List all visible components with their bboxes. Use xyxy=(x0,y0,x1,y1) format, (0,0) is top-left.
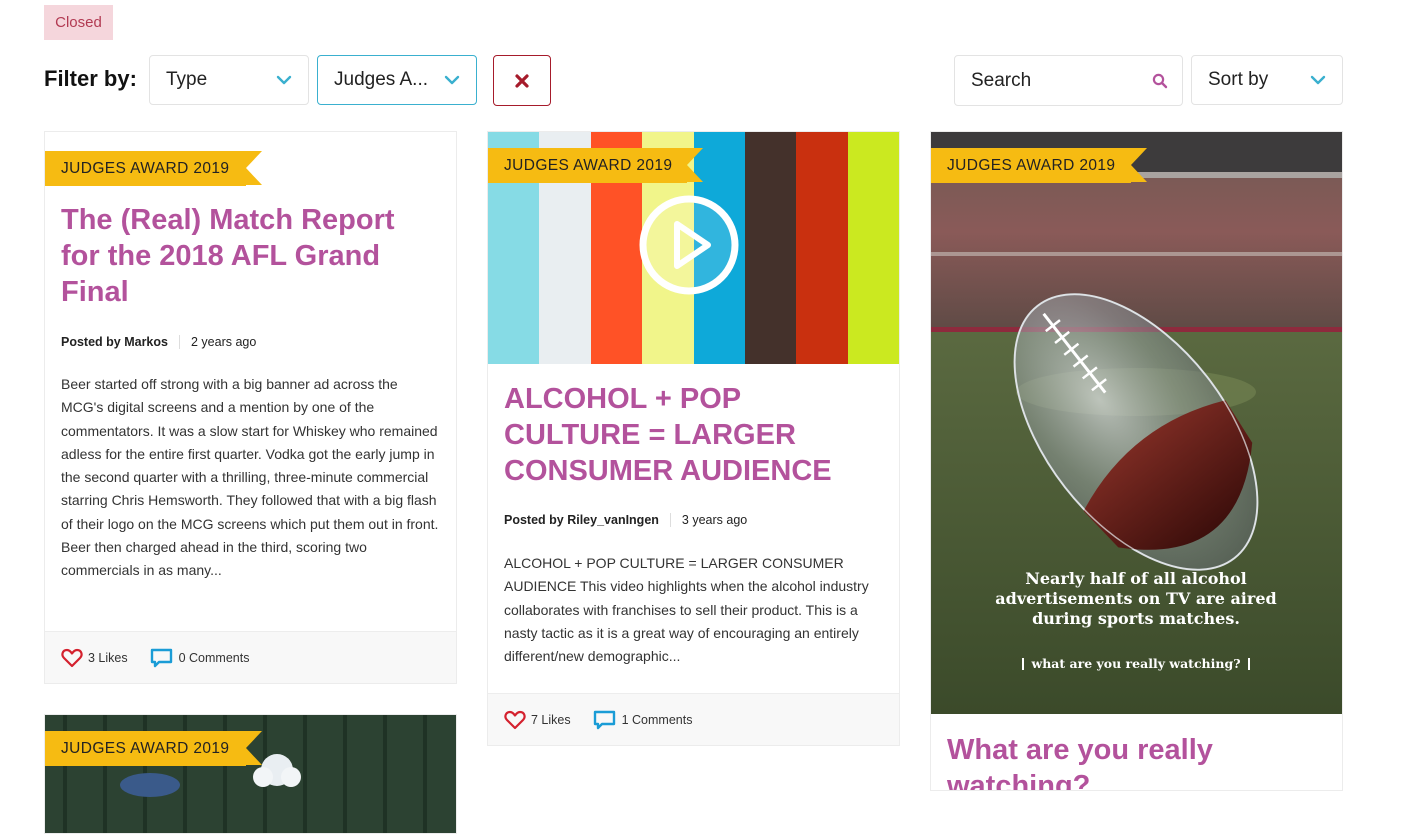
category-filter-select[interactable]: Judges A... xyxy=(317,55,477,105)
comments-button[interactable]: 0 Comments xyxy=(150,648,250,668)
post-image[interactable]: Nearly half of all alcohol advertisement… xyxy=(931,132,1342,714)
image-text-line-1: Nearly half of all alcohol xyxy=(1025,569,1247,588)
post-footer: 3 Likes 0 Comments xyxy=(45,631,456,683)
chevron-down-icon xyxy=(1310,75,1326,85)
search-input[interactable] xyxy=(969,68,1143,93)
post-excerpt: ALCOHOL + POP CULTURE = LARGER CONSUMER … xyxy=(504,555,869,665)
meta-divider xyxy=(669,513,671,527)
comment-count: 1 Comments xyxy=(621,712,693,727)
post-meta: Posted by Riley_vanIngen 3 years ago xyxy=(504,513,747,527)
award-ribbon: JUDGES AWARD 2019 xyxy=(931,148,1147,183)
thumbnail-stripe xyxy=(796,132,848,364)
comments-button[interactable]: 1 Comments xyxy=(593,710,693,730)
like-count: 7 Likes xyxy=(531,712,571,727)
play-icon[interactable] xyxy=(638,194,740,296)
post-title[interactable]: What are you really watching? xyxy=(947,732,1326,790)
thumbnail-stripe xyxy=(744,132,797,364)
like-button[interactable]: 3 Likes xyxy=(61,648,128,668)
sort-select[interactable]: Sort by xyxy=(1191,55,1343,105)
heart-icon xyxy=(504,710,526,729)
post-time: 3 years ago xyxy=(681,513,748,527)
meta-divider xyxy=(178,335,180,349)
chevron-down-icon xyxy=(444,75,460,85)
award-ribbon: JUDGES AWARD 2019 xyxy=(488,148,703,183)
type-filter-select[interactable]: Type xyxy=(149,55,309,105)
filter-label: Filter by: xyxy=(44,66,137,91)
search-box[interactable] xyxy=(954,55,1183,106)
image-text-line-2: advertisements on TV are aired xyxy=(995,589,1276,608)
post-author[interactable]: Posted by Riley_vanIngen xyxy=(504,513,659,527)
chevron-down-icon xyxy=(276,75,292,85)
image-text-line-3: during sports matches. xyxy=(1032,609,1240,628)
comment-icon xyxy=(150,648,172,667)
heart-icon xyxy=(61,648,83,667)
award-ribbon: JUDGES AWARD 2019 xyxy=(45,731,262,766)
post-card[interactable]: JUDGES AWARD 2019 ALCOHOL + POP CULTURE … xyxy=(487,131,900,746)
post-excerpt: Beer started off strong with a big banne… xyxy=(61,376,439,579)
type-filter-value: Type xyxy=(166,69,208,90)
post-author[interactable]: Posted by Markos xyxy=(61,335,168,349)
sort-value: Sort by xyxy=(1208,69,1269,90)
award-ribbon: JUDGES AWARD 2019 xyxy=(45,151,262,186)
thumbnail-stripe xyxy=(847,132,899,364)
post-card[interactable]: JUDGES AWARD 2019 The (Real) Match Repor… xyxy=(44,131,457,684)
post-meta: Posted by Markos 2 years ago xyxy=(61,335,256,349)
comment-count: 0 Comments xyxy=(178,650,250,665)
clear-filters-button[interactable] xyxy=(493,55,551,106)
post-title[interactable]: The (Real) Match Report for the 2018 AFL… xyxy=(61,202,440,310)
category-filter-value: Judges A... xyxy=(334,69,429,90)
comment-icon xyxy=(593,710,615,729)
post-card[interactable]: Nearly half of all alcohol advertisement… xyxy=(930,131,1343,791)
post-title[interactable]: ALCOHOL + POP CULTURE = LARGER CONSUMER … xyxy=(504,381,883,489)
post-card[interactable]: JUDGES AWARD 2019 xyxy=(44,714,457,834)
close-icon xyxy=(515,73,529,88)
like-button[interactable]: 7 Likes xyxy=(504,710,571,730)
post-footer: 7 Likes 1 Comments xyxy=(488,693,899,745)
status-badge: Closed xyxy=(44,5,113,40)
like-count: 3 Likes xyxy=(88,650,128,665)
post-time: 2 years ago xyxy=(190,335,257,349)
image-tagline: what are you really watching? xyxy=(1030,656,1240,671)
search-icon[interactable] xyxy=(1152,73,1168,89)
